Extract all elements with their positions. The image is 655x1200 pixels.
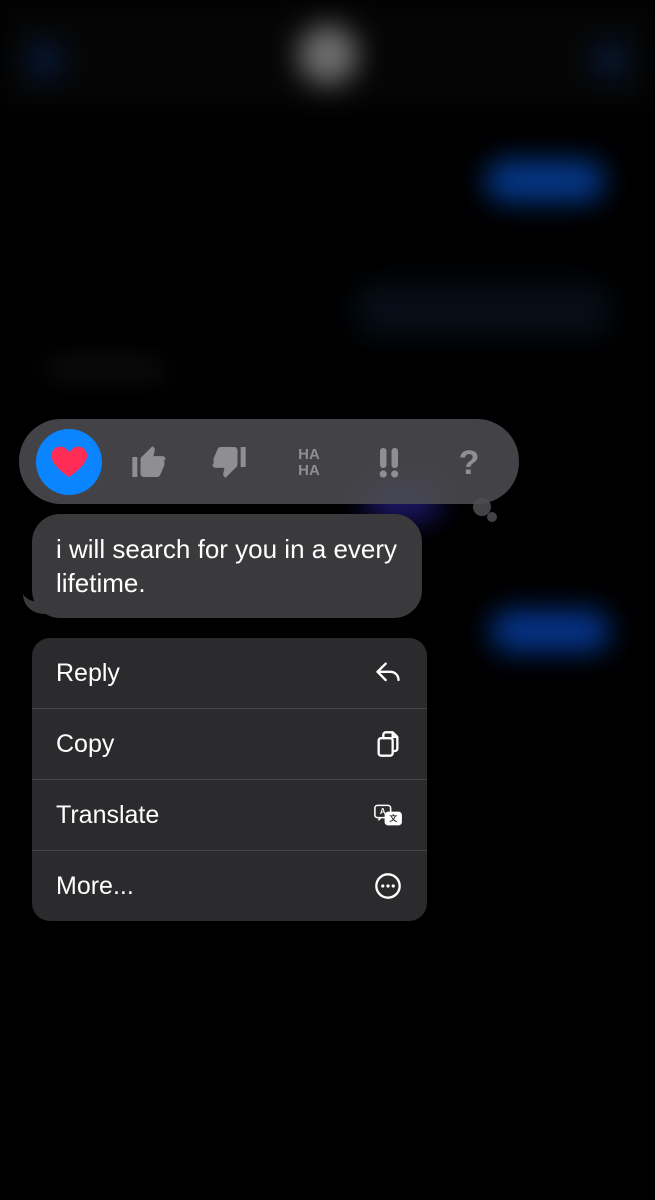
double-exclamation-icon <box>369 442 409 482</box>
tapback-exclaim[interactable] <box>356 429 422 495</box>
message-context-menu: Reply Copy Translate A <box>32 638 427 921</box>
question-mark-icon: ? <box>449 442 489 482</box>
translate-icon: A 文 <box>373 800 403 830</box>
haha-icon: HA HA <box>289 442 329 482</box>
tapback-heart[interactable] <box>36 429 102 495</box>
tapback-bar: HA HA ? <box>19 419 519 504</box>
reply-arrow-icon <box>373 658 403 688</box>
svg-text:?: ? <box>459 444 480 482</box>
menu-item-copy[interactable]: Copy <box>32 708 427 779</box>
copy-docs-icon <box>373 729 403 759</box>
tapback-question[interactable]: ? <box>436 429 502 495</box>
menu-item-label: More... <box>56 872 134 901</box>
selected-message-bubble[interactable]: i will search for you in a every lifetim… <box>32 514 422 618</box>
heart-icon <box>49 442 89 482</box>
tapback-thumbs-up[interactable] <box>116 429 182 495</box>
menu-item-label: Translate <box>56 801 159 830</box>
svg-text:HA: HA <box>298 462 320 479</box>
svg-text:文: 文 <box>389 813 397 823</box>
menu-item-translate[interactable]: Translate A 文 <box>32 779 427 850</box>
thumbs-up-icon <box>129 442 169 482</box>
menu-item-label: Copy <box>56 730 114 759</box>
tapback-thumbs-down[interactable] <box>196 429 262 495</box>
svg-text:A: A <box>380 807 386 816</box>
menu-item-label: Reply <box>56 659 120 688</box>
message-text: i will search for you in a every lifetim… <box>56 534 397 598</box>
tapback-haha[interactable]: HA HA <box>276 429 342 495</box>
menu-item-more[interactable]: More... <box>32 850 427 921</box>
svg-text:HA: HA <box>298 446 320 463</box>
ellipsis-circle-icon <box>373 871 403 901</box>
thumbs-down-icon <box>209 442 249 482</box>
menu-item-reply[interactable]: Reply <box>32 638 427 708</box>
